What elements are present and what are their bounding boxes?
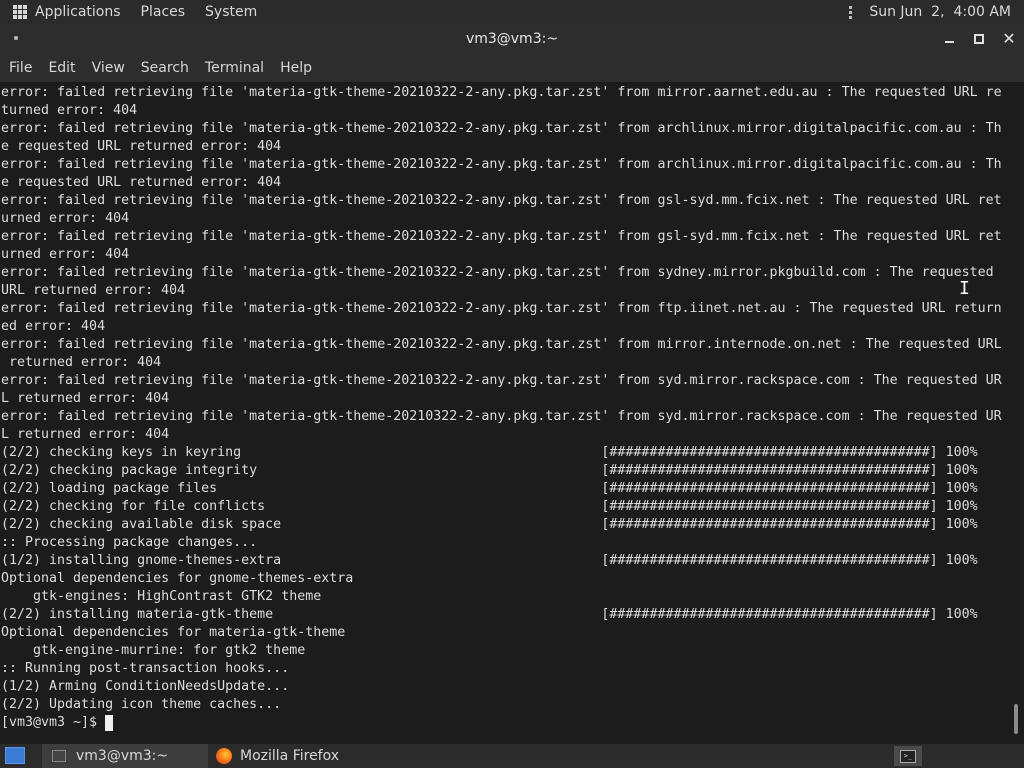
top-panel: Applications Places System Sun Jun 2, 4:… — [0, 0, 1024, 24]
menu-view[interactable]: View — [92, 60, 125, 76]
minimize-button[interactable] — [940, 30, 958, 48]
terminal-line: :: Running post-transaction hooks... — [1, 661, 290, 676]
close-icon: ✕ — [1002, 29, 1016, 48]
taskbar: vm3@vm3:~ Mozilla Firefox >_ — [0, 744, 1024, 768]
task-firefox-label: Mozilla Firefox — [240, 748, 340, 764]
terminal-line: (2/2) installing materia-gtk-theme [####… — [1, 607, 978, 622]
window-titlebar[interactable]: vm3@vm3:~ ✕ — [0, 24, 1024, 54]
window-menu-icon[interactable] — [14, 36, 18, 40]
terminal-line: (2/2) checking available disk space [###… — [1, 517, 978, 532]
terminal-line: gtk-engines: HighContrast GTK2 theme — [1, 589, 322, 604]
terminal-line: [vm3@vm3 ~]$ — [1, 715, 106, 730]
clock[interactable]: Sun Jun 2, 4:00 AM — [869, 4, 1011, 20]
menu-terminal[interactable]: Terminal — [205, 60, 264, 76]
menu-edit[interactable]: Edit — [48, 60, 75, 76]
terminal-scrollbar[interactable] — [1014, 704, 1018, 734]
applications-grid-icon[interactable] — [13, 5, 27, 19]
menu-search[interactable]: Search — [141, 60, 189, 76]
terminal-line: error: failed retrieving file 'materia-g… — [1, 157, 1002, 172]
show-desktop-button[interactable] — [5, 747, 25, 764]
task-terminal[interactable]: vm3@vm3:~ — [42, 744, 208, 768]
terminal-line: L returned error: 404 — [1, 427, 170, 442]
terminal-line: (2/2) checking keys in keyring [########… — [1, 445, 978, 460]
menu-bar: File Edit View Search Terminal Help — [0, 54, 1024, 82]
terminal-line: error: failed retrieving file 'materia-g… — [1, 193, 1002, 208]
terminal-line: urned error: 404 — [1, 247, 130, 262]
terminal-line: error: failed retrieving file 'materia-g… — [1, 301, 1002, 316]
task-firefox[interactable]: Mozilla Firefox — [214, 744, 384, 768]
minimize-icon — [944, 41, 954, 43]
terminal-line: (1/2) installing gnome-themes-extra [###… — [1, 553, 978, 568]
terminal-line: e requested URL returned error: 404 — [1, 139, 282, 154]
terminal-line: (2/2) loading package files [###########… — [1, 481, 978, 496]
terminal-line: (2/2) checking package integrity [######… — [1, 463, 978, 478]
menu-file[interactable]: File — [9, 60, 32, 76]
terminal-line: error: failed retrieving file 'materia-g… — [1, 409, 1002, 424]
terminal-line: (2/2) checking for file conflicts [#####… — [1, 499, 978, 514]
terminal-output[interactable]: error: failed retrieving file 'materia-g… — [0, 83, 1024, 743]
window-title: vm3@vm3:~ — [465, 31, 559, 47]
terminal-line: error: failed retrieving file 'materia-g… — [1, 229, 1002, 244]
terminal-line: ed error: 404 — [1, 319, 106, 334]
terminal-line: L returned error: 404 — [1, 391, 170, 406]
terminal-line: Optional dependencies for gnome-themes-e… — [1, 571, 354, 586]
terminal-line: URL returned error: 404 — [1, 283, 186, 298]
maximize-button[interactable] — [970, 30, 988, 48]
terminal-line: error: failed retrieving file 'materia-g… — [1, 85, 1002, 100]
terminal-tray-icon: >_ — [900, 749, 916, 763]
applications-menu[interactable]: Applications — [35, 4, 121, 20]
tray-terminal-launcher[interactable]: >_ — [894, 746, 922, 766]
terminal-line: Optional dependencies for materia-gtk-th… — [1, 625, 346, 640]
terminal-line: urned error: 404 — [1, 211, 130, 226]
terminal-line: error: failed retrieving file 'materia-g… — [1, 121, 1002, 136]
terminal-line: turned error: 404 — [1, 103, 138, 118]
terminal-line: error: failed retrieving file 'materia-g… — [1, 337, 1002, 352]
maximize-icon — [974, 34, 984, 44]
terminal-line: (1/2) Arming ConditionNeedsUpdate... — [1, 679, 290, 694]
terminal-cursor — [105, 715, 113, 731]
terminal-line: gtk-engine-murrine: for gtk2 theme — [1, 643, 306, 658]
terminal-line: :: Processing package changes... — [1, 535, 258, 550]
firefox-icon — [216, 748, 232, 764]
terminal-line: returned error: 404 — [1, 355, 162, 370]
system-menu[interactable]: System — [205, 4, 257, 20]
terminal-line: (2/2) Updating icon theme caches... — [1, 697, 282, 712]
terminal-line: e requested URL returned error: 404 — [1, 175, 282, 190]
places-menu[interactable]: Places — [141, 4, 186, 20]
terminal-line: error: failed retrieving file 'materia-g… — [1, 265, 994, 280]
terminal-line: error: failed retrieving file 'materia-g… — [1, 373, 1002, 388]
menu-help[interactable]: Help — [280, 60, 312, 76]
terminal-text: error: failed retrieving file 'materia-g… — [1, 84, 1002, 732]
panel-handle-icon — [849, 5, 853, 19]
close-button[interactable]: ✕ — [1000, 30, 1018, 48]
ibeam-pointer-icon: I — [959, 278, 970, 299]
terminal-icon — [52, 750, 66, 762]
task-terminal-label: vm3@vm3:~ — [76, 748, 169, 764]
